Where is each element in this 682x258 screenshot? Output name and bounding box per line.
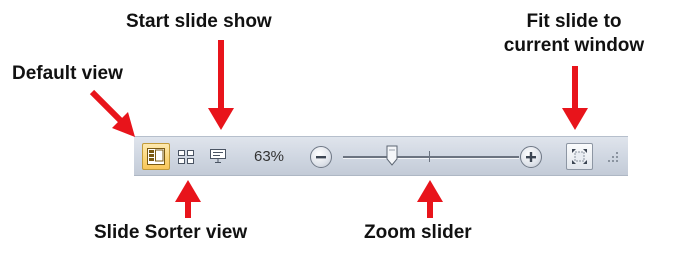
slide-show-icon [210, 149, 226, 163]
fit-slide-annotation: Fit slide to current window [487, 10, 661, 58]
zoom-in-icon [526, 152, 536, 162]
zoom-slider-annotation: Zoom slider [364, 222, 472, 243]
slide-sorter-view-annotation: Slide Sorter view [94, 222, 248, 243]
normal-view-button[interactable] [142, 143, 170, 170]
arrow-zoom-slider [417, 180, 443, 218]
fit-to-window-icon [572, 149, 587, 164]
arrow-slide-sorter-view [175, 180, 201, 218]
zoom-percentage[interactable]: 63% [254, 148, 284, 165]
status-bar: 63% [134, 136, 628, 176]
zoom-slider-center-tick [429, 151, 430, 162]
arrow-fit-slide [562, 66, 588, 130]
arrow-default-view [89, 89, 135, 137]
zoom-in-button[interactable] [520, 146, 542, 168]
zoom-slider-thumb[interactable] [386, 145, 398, 167]
slide-show-button[interactable] [204, 143, 232, 170]
fit-slide-to-window-button[interactable] [566, 143, 593, 170]
slide-sorter-icon [178, 150, 194, 164]
zoom-slider-track[interactable] [343, 156, 519, 159]
slide-sorter-view-button[interactable] [172, 143, 200, 170]
zoom-out-icon [316, 156, 326, 159]
default-view-annotation: Default view [12, 63, 123, 84]
start-slide-show-annotation: Start slide show [126, 11, 272, 32]
fit-slide-annotation-line1: Fit slide to [526, 11, 622, 32]
normal-view-icon [147, 148, 165, 165]
zoom-out-button[interactable] [310, 146, 332, 168]
fit-slide-annotation-line2: current window [503, 35, 645, 56]
resize-grip-icon[interactable] [606, 150, 620, 164]
arrow-start-slide-show [208, 40, 234, 130]
